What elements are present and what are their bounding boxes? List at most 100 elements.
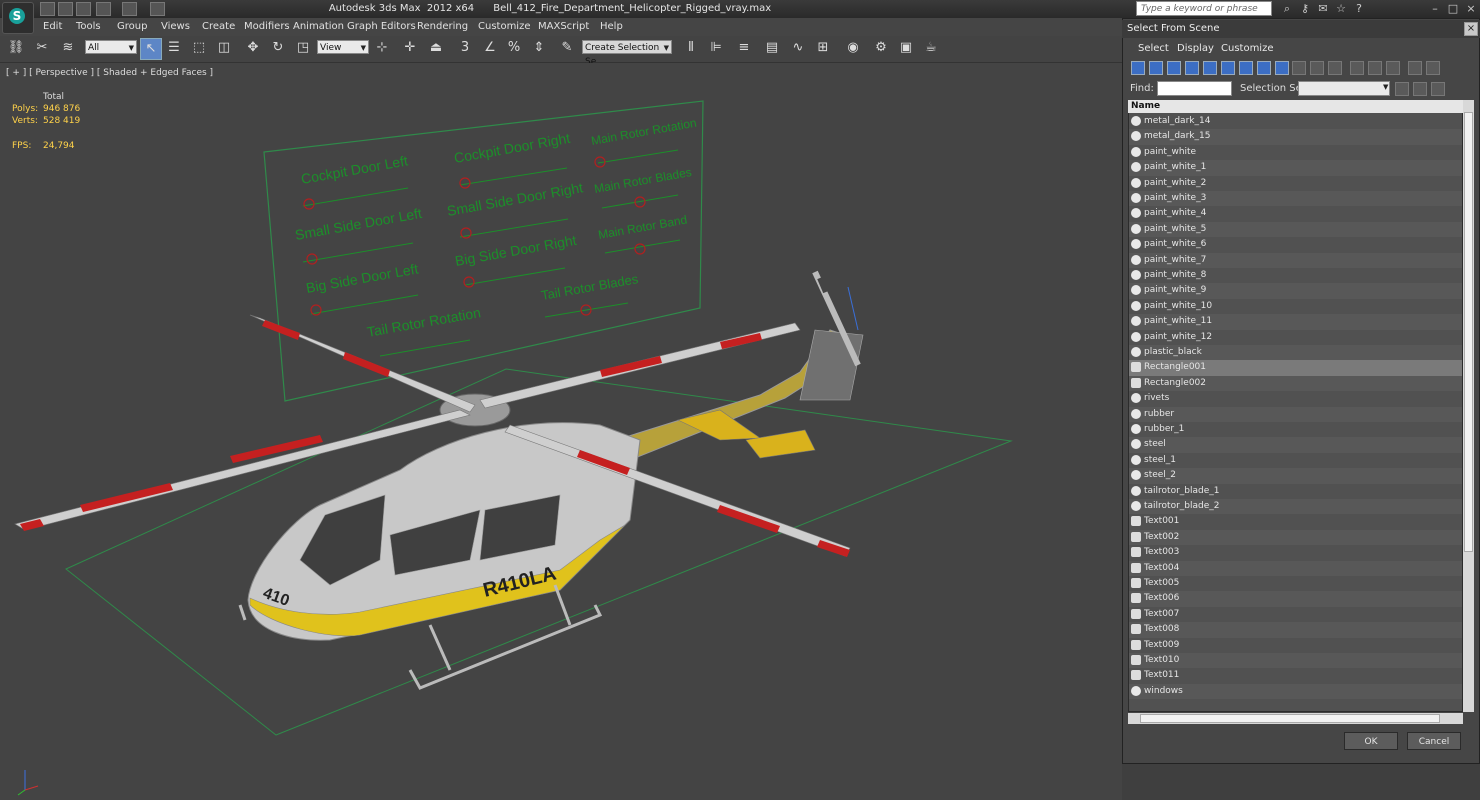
list-item[interactable]: Text002 [1129,529,1462,546]
bind-space-warp-icon[interactable]: ≋ [58,38,78,58]
list-item[interactable]: paint_white_10 [1129,299,1462,314]
list-item[interactable]: rubber_1 [1129,422,1462,437]
list-item[interactable]: paint_white_2 [1129,176,1462,191]
list-item[interactable]: Text003 [1129,545,1462,560]
list-item[interactable]: paint_white_12 [1129,330,1462,345]
angle-snap-icon[interactable]: ∠ [480,38,500,58]
select-all-icon[interactable] [1350,61,1364,75]
maximize-icon[interactable]: □ [1446,2,1460,15]
communication-icon[interactable]: ✉ [1316,2,1330,15]
filter-geometry-icon[interactable] [1131,61,1145,75]
list-item[interactable]: rubber [1129,406,1462,422]
menu-customize[interactable]: Customize [478,21,531,32]
list-item[interactable]: paint_white_3 [1129,191,1462,207]
snaps-toggle-icon[interactable]: 3 [455,38,475,58]
list-horizontal-scroll-thumb[interactable] [1140,714,1440,723]
column-header-name[interactable]: Name [1128,100,1463,113]
named-selection-dropdown[interactable]: Create Selection Se [582,40,672,67]
graphite-ribbon-icon[interactable]: ▤ [762,38,782,58]
search-input[interactable]: Type a keyword or phrase [1136,1,1272,16]
render-production-icon[interactable]: ☕ [921,38,941,58]
favorites-icon[interactable]: ☆ [1334,2,1348,15]
menu-graph-editors[interactable]: Graph Editors [347,21,416,32]
key-icon[interactable]: ⚷ [1298,2,1312,15]
filter-shapes-icon[interactable] [1149,61,1163,75]
list-item[interactable]: paint_white_7 [1129,252,1462,268]
menu-animation[interactable]: Animation [293,21,344,32]
menu-group[interactable]: Group [117,21,147,32]
list-item[interactable]: Text004 [1129,560,1462,576]
menu-rendering[interactable]: Rendering [417,21,468,32]
help-icon[interactable]: ? [1352,2,1366,15]
selection-set-edit-icon[interactable] [1431,82,1445,96]
selection-set-add-icon[interactable] [1395,82,1409,96]
slider-knob-small-side-door-left[interactable] [306,253,318,265]
list-item[interactable]: Text009 [1129,638,1462,653]
selection-set-remove-icon[interactable] [1413,82,1427,96]
schematic-view-icon[interactable]: ⊞ [813,38,833,58]
align-icon[interactable]: ⊫ [706,38,726,58]
list-item[interactable]: Text011 [1129,668,1462,683]
list-item[interactable]: metal_dark_14 [1129,114,1462,129]
helicopter-model[interactable]: R410LA 410 [14,270,864,690]
list-item[interactable]: steel_2 [1129,468,1462,484]
filter-frozen-icon[interactable] [1310,61,1324,75]
find-input[interactable] [1157,81,1232,96]
slider-knob-cockpit-door-right[interactable] [459,177,471,189]
binoculars-icon[interactable]: ⌕ [1280,2,1294,15]
cancel-button[interactable]: Cancel [1407,732,1461,750]
filter-options-icon[interactable] [1426,61,1440,75]
list-item[interactable]: Text006 [1129,591,1462,607]
list-item[interactable]: metal_dark_15 [1129,129,1462,145]
minimize-icon[interactable]: – [1428,2,1442,15]
list-item[interactable]: paint_white_5 [1129,221,1462,238]
list-item[interactable]: Text007 [1129,607,1462,622]
pivot-center-icon[interactable]: ⊹ [372,38,392,58]
menu-tools[interactable]: Tools [76,21,101,32]
list-item[interactable]: paint_white_1 [1129,160,1462,176]
select-and-move-icon[interactable]: ✥ [243,38,263,58]
list-item[interactable]: Rectangle001 [1129,360,1462,376]
select-and-manipulate-icon[interactable]: ✛ [400,38,420,58]
menu-views[interactable]: Views [161,21,190,32]
slider-knob-big-side-door-right[interactable] [463,276,475,288]
dialog-close-icon[interactable]: × [1464,22,1478,36]
list-item[interactable]: tailrotor_blade_1 [1129,484,1462,499]
dialog-menu-display[interactable]: Display [1177,43,1214,54]
list-item[interactable]: rivets [1129,391,1462,406]
filter-hidden-icon[interactable] [1328,61,1342,75]
list-item[interactable]: paint_white_8 [1129,268,1462,283]
list-item[interactable]: paint_white_11 [1129,314,1462,330]
app-logo[interactable]: S [2,2,34,34]
filter-funnel-icon[interactable] [1408,61,1422,75]
select-none-icon[interactable] [1368,61,1382,75]
close-icon[interactable]: × [1464,2,1478,15]
select-invert-icon[interactable] [1386,61,1400,75]
filter-cameras-icon[interactable] [1185,61,1199,75]
chevron-down-icon[interactable]: ▼ [1383,83,1388,91]
menu-create[interactable]: Create [202,21,235,32]
select-by-name-icon[interactable]: ☰ [164,38,184,58]
list-item[interactable]: Rectangle002 [1129,375,1462,392]
material-editor-icon[interactable]: ◉ [843,38,863,58]
list-item[interactable]: Text008 [1129,622,1462,638]
menu-edit[interactable]: Edit [43,21,62,32]
list-item[interactable]: paint_white_4 [1129,206,1462,221]
unlink-icon[interactable]: ✂ [32,38,52,58]
layer-manager-icon[interactable]: ≡ [734,38,754,58]
dialog-menu-customize[interactable]: Customize [1221,43,1274,54]
list-item[interactable]: tailrotor_blade_2 [1129,499,1462,515]
select-and-link-icon[interactable]: ⛓ [6,38,26,58]
spinner-snap-icon[interactable]: ⇕ [529,38,549,58]
percent-snap-icon[interactable]: % [504,38,524,58]
render-setup-icon[interactable]: ⚙ [871,38,891,58]
list-item[interactable]: plastic_black [1129,345,1462,361]
menu-help[interactable]: Help [600,21,623,32]
filter-bones-icon[interactable] [1275,61,1289,75]
list-item[interactable]: Text010 [1129,653,1462,669]
filter-xrefs-icon[interactable] [1257,61,1271,75]
ok-button[interactable]: OK [1344,732,1398,750]
list-item[interactable]: windows [1129,683,1462,700]
filter-lights-icon[interactable] [1167,61,1181,75]
keyboard-shortcut-override-icon[interactable]: ⏏ [426,38,446,58]
